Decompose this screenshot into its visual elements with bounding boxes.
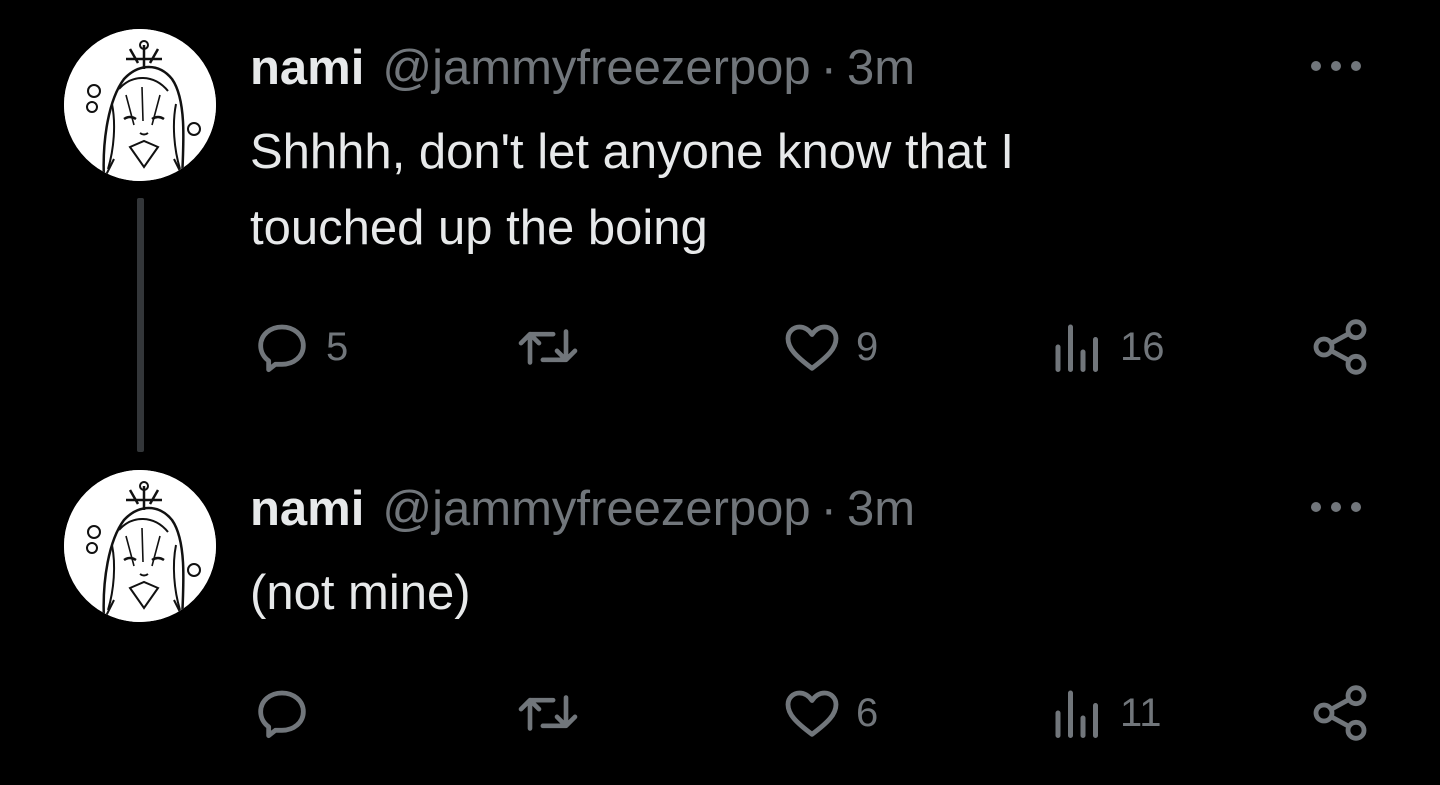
more-dots-icon [1311, 61, 1361, 71]
like-button[interactable]: 9 [780, 312, 878, 382]
more-options-button[interactable] [1300, 487, 1372, 527]
reply-icon [258, 324, 306, 373]
share-icon [1313, 319, 1367, 375]
views-icon [1055, 324, 1098, 372]
tweet[interactable]: nami @jammyfreezerpop · 3m (not mine) 6 … [0, 440, 1440, 785]
views-count: 11 [1120, 690, 1162, 735]
reply-count: 5 [326, 324, 349, 369]
user-handle[interactable]: @jammyfreezerpop [382, 38, 810, 98]
share-button[interactable] [1308, 678, 1372, 748]
like-count: 9 [856, 324, 879, 369]
avatar-illustration [64, 29, 216, 181]
heart-icon [785, 324, 839, 371]
timestamp[interactable]: 3m [847, 479, 915, 539]
like-button[interactable]: 6 [780, 678, 878, 748]
avatar[interactable] [64, 29, 216, 181]
share-icon [1313, 685, 1367, 741]
reply-icon [258, 690, 306, 739]
tweet-text: Shhhh, don't let anyone know that I touc… [250, 125, 1014, 255]
retweet-button[interactable] [512, 312, 596, 382]
retweet-icon [518, 695, 578, 731]
heart-icon [785, 690, 839, 737]
retweet-icon [518, 329, 578, 365]
views-count: 16 [1120, 324, 1165, 369]
reply-button[interactable] [250, 678, 326, 748]
tweet-actions: 6 11 [250, 678, 1370, 748]
tweet-text: (not mine) [250, 566, 471, 620]
tweet[interactable]: nami @jammyfreezerpop · 3m Shhhh, don't … [0, 0, 1440, 440]
tweet-header: nami @jammyfreezerpop · 3m [250, 38, 915, 98]
separator-dot: · [820, 41, 837, 95]
display-name[interactable]: nami [250, 479, 364, 539]
timestamp[interactable]: 3m [847, 38, 915, 98]
display-name[interactable]: nami [250, 38, 364, 98]
avatar[interactable] [64, 470, 216, 622]
more-dots-icon [1311, 502, 1361, 512]
reply-button[interactable]: 5 [250, 312, 348, 382]
more-options-button[interactable] [1300, 46, 1372, 86]
views-button[interactable]: 16 [1048, 312, 1165, 382]
views-icon [1055, 690, 1098, 738]
tweet-header: nami @jammyfreezerpop · 3m [250, 479, 915, 539]
like-count: 6 [856, 690, 879, 735]
user-handle[interactable]: @jammyfreezerpop [382, 479, 810, 539]
retweet-button[interactable] [512, 678, 596, 748]
tweet-actions: 5 9 16 [250, 312, 1370, 382]
separator-dot: · [820, 482, 837, 536]
avatar-illustration [64, 470, 216, 622]
share-button[interactable] [1308, 312, 1372, 382]
views-button[interactable]: 11 [1048, 678, 1162, 748]
